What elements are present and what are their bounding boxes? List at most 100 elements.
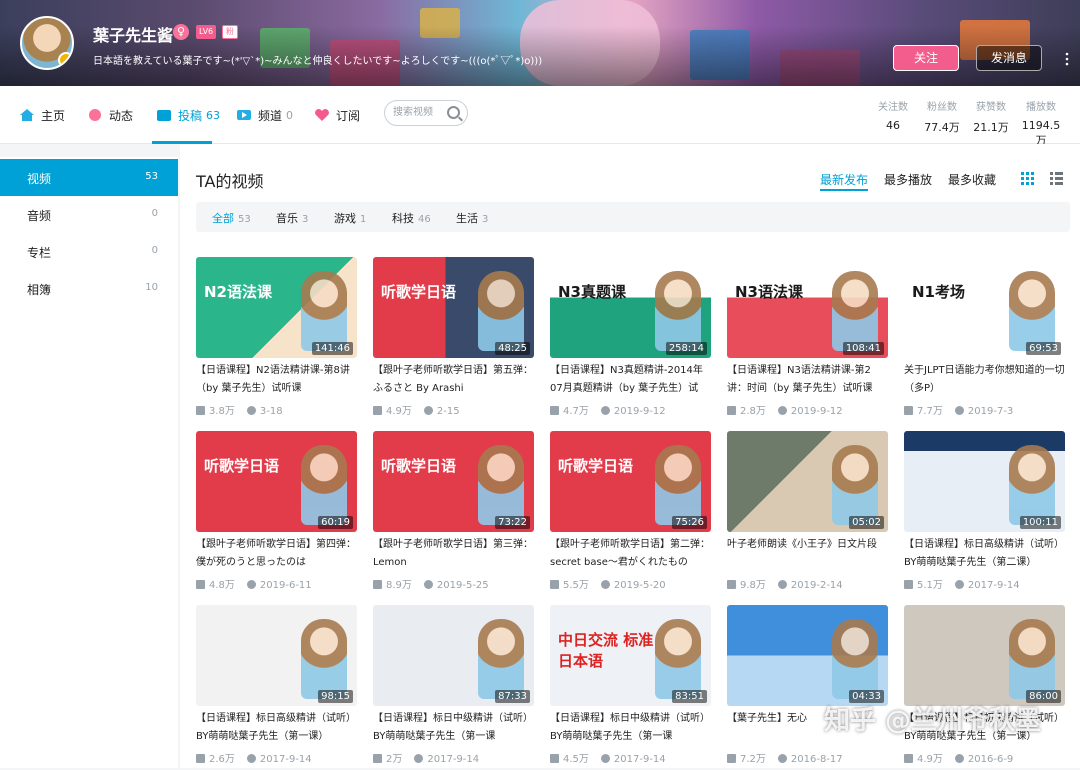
profile-banner: 葉子先生酱 ♀ LV6 粉 日本語を教えている葉子です~(*'▽`*)~みんなと…	[0, 0, 1080, 86]
follow-button[interactable]: 关注	[893, 45, 959, 71]
grid-view-icon[interactable]	[1020, 171, 1035, 186]
video-card[interactable]: 86:00 【日语课程】标日初级精讲（试听）BY萌萌哒葉子先生（第一课） 4.9万 2…	[904, 605, 1065, 770]
list-view-icon[interactable]	[1049, 171, 1064, 186]
user-signature: 日本語を教えている葉子です~(*'▽`*)~みんなと仲良くしたいです~よろしくで…	[93, 56, 543, 67]
video-thumbnail[interactable]: N3真题课 258:14	[550, 257, 711, 358]
video-meta: 2万 2017-9-14	[373, 750, 534, 765]
sidebar-item-label: 音频	[27, 209, 52, 223]
sidebar-item-video[interactable]: 视频 53	[0, 159, 178, 196]
video-thumbnail[interactable]: 听歌学日语 60:19	[196, 431, 357, 532]
dynamic-icon	[89, 109, 101, 121]
filter-life[interactable]: 生活 3	[456, 210, 488, 226]
username[interactable]: 葉子先生酱	[93, 22, 173, 46]
play-count-icon	[550, 754, 559, 763]
video-card[interactable]: 100:11 【日语课程】标日高级精讲（试听）BY萌萌哒葉子先生（第二课） 5.1万…	[904, 431, 1065, 596]
video-thumbnail[interactable]: 04:33	[727, 605, 888, 706]
video-thumbnail[interactable]: 86:00	[904, 605, 1065, 706]
video-title[interactable]: 【日语课程】N2语法精讲课-第8讲（by 葉子先生）试听课	[196, 362, 357, 398]
video-thumbnail[interactable]: N1考场 69:53	[904, 257, 1065, 358]
video-thumbnail[interactable]: 05:02	[727, 431, 888, 532]
video-thumbnail[interactable]: 听歌学日语 75:26	[550, 431, 711, 532]
video-thumbnail[interactable]: 98:15	[196, 605, 357, 706]
filter-game[interactable]: 游戏 1	[334, 210, 366, 226]
video-card[interactable]: N3语法课 108:41 【日语课程】N3语法精讲课-第2讲：时间（by 葉子先生）…	[727, 257, 888, 422]
thumbnail-illustration	[655, 271, 701, 351]
nav-home[interactable]: 主页	[19, 105, 65, 125]
video-title[interactable]: 【跟叶子老师听歌学日语】第二弹：secret base～君がくれたもの	[550, 536, 711, 572]
video-thumbnail[interactable]: 听歌学日语 48:25	[373, 257, 534, 358]
video-title[interactable]: 【日语课程】标日中级精讲（试听）BY萌萌哒葉子先生（第一课	[373, 710, 534, 746]
nav-channel[interactable]: 频道 0	[236, 105, 293, 125]
sort-most-played[interactable]: 最多播放	[884, 171, 932, 188]
video-thumbnail[interactable]: N2语法课 141:46	[196, 257, 357, 358]
play-count-icon	[904, 580, 913, 589]
video-title[interactable]: 【日语课程】N3真题精讲-2014年07月真题精讲（by 葉子先生）试	[550, 362, 711, 398]
video-duration: 100:11	[1019, 516, 1061, 529]
filter-music[interactable]: 音乐 3	[276, 210, 308, 226]
video-thumbnail[interactable]: N3语法课 108:41	[727, 257, 888, 358]
video-title[interactable]: 【跟叶子老师听歌学日语】第三弹：Lemon	[373, 536, 534, 572]
sidebar-item-label: 相簿	[27, 283, 52, 297]
profile-nav: 主页 动态 投稿 63 频道 0 订阅 搜索视频 关注数 46 粉丝数 77.4…	[0, 86, 1080, 147]
video-card[interactable]: N3真题课 258:14 【日语课程】N3真题精讲-2014年07月真题精讲（by …	[550, 257, 711, 422]
video-card[interactable]: 05:02 叶子老师朗读《小王子》日文片段 9.8万 2019-2-14	[727, 431, 888, 596]
filter-count: 53	[238, 214, 251, 225]
sidebar-item-articles[interactable]: 专栏 0	[0, 233, 178, 270]
play-count: 4.8万	[209, 580, 235, 591]
video-title[interactable]: 【跟叶子老师听歌学日语】第四弹：僕が死のうと思ったのは	[196, 536, 357, 572]
video-thumbnail[interactable]: 听歌学日语 73:22	[373, 431, 534, 532]
clock-icon	[600, 406, 610, 415]
filter-count: 3	[482, 214, 489, 225]
video-card[interactable]: 87:33 【日语课程】标日中级精讲（试听）BY萌萌哒葉子先生（第一课 2万 2017…	[373, 605, 534, 770]
video-card[interactable]: 听歌学日语 73:22 【跟叶子老师听歌学日语】第三弹：Lemon 8.9万 2019-…	[373, 431, 534, 596]
video-card[interactable]: 04:33 【葉子先生】无心 7.2万 2016-8-17	[727, 605, 888, 770]
sidebar-item-audio[interactable]: 音频 0	[0, 196, 178, 233]
message-button[interactable]: 发消息	[976, 45, 1042, 71]
sort-latest[interactable]: 最新发布	[820, 171, 868, 188]
video-card[interactable]: N1考场 69:53 关于JLPT日语能力考你想知道的一切（多P） 7.7万 2019-…	[904, 257, 1065, 422]
video-title[interactable]: 关于JLPT日语能力考你想知道的一切（多P）	[904, 362, 1065, 398]
sort-most-favorited[interactable]: 最多收藏	[948, 171, 996, 188]
thumbnail-illustration	[655, 445, 701, 525]
video-title[interactable]: 【日语课程】标日高级精讲（试听）BY萌萌哒葉子先生（第一课）	[196, 710, 357, 746]
video-card[interactable]: N2语法课 141:46 【日语课程】N2语法精讲课-第8讲（by 葉子先生）试听课…	[196, 257, 357, 422]
video-thumbnail[interactable]: 100:11	[904, 431, 1065, 532]
stat-following[interactable]: 关注数 46	[873, 98, 913, 132]
video-card[interactable]: 听歌学日语 75:26 【跟叶子老师听歌学日语】第二弹：secret base～君が…	[550, 431, 711, 596]
avatar[interactable]	[20, 16, 74, 70]
video-card[interactable]: 中日交流 标准日本语 83:51 【日语课程】标日中级精讲（试听）BY萌萌哒葉子先生…	[550, 605, 711, 770]
more-dots-icon[interactable]	[1064, 52, 1070, 66]
video-card[interactable]: 听歌学日语 60:19 【跟叶子老师听歌学日语】第四弹：僕が死のうと思ったのは 4.8…	[196, 431, 357, 596]
video-title[interactable]: 【日语课程】标日高级精讲（试听）BY萌萌哒葉子先生（第二课）	[904, 536, 1065, 572]
sidebar-item-albums[interactable]: 相簿 10	[0, 270, 178, 307]
video-title[interactable]: 【日语课程】N3语法精讲课-第2讲：时间（by 葉子先生）试听课	[727, 362, 888, 398]
upload-date: 2019-7-3	[967, 406, 1014, 417]
stat-fans[interactable]: 粉丝数 77.4万	[922, 98, 962, 135]
channel-icon	[237, 110, 251, 120]
video-card[interactable]: 98:15 【日语课程】标日高级精讲（试听）BY萌萌哒葉子先生（第一课） 2.6万 2…	[196, 605, 357, 770]
clock-icon	[777, 754, 787, 763]
filter-count: 1	[360, 214, 367, 225]
nav-subscriptions[interactable]: 订阅	[314, 105, 360, 125]
nav-dynamic[interactable]: 动态	[87, 105, 133, 125]
filter-tech[interactable]: 科技 46	[392, 210, 431, 226]
video-thumbnail[interactable]: 87:33	[373, 605, 534, 706]
play-count: 7.2万	[740, 754, 766, 765]
play-count: 2万	[386, 754, 403, 765]
nav-uploads[interactable]: 投稿 63	[156, 105, 220, 125]
video-search-input[interactable]: 搜索视频	[384, 100, 468, 126]
video-meta: 5.1万 2017-9-14	[904, 576, 1065, 591]
thumbnail-illustration	[832, 445, 878, 525]
video-thumbnail[interactable]: 中日交流 标准日本语 83:51	[550, 605, 711, 706]
content-sidebar: 视频 53 音频 0 专栏 0 相簿 10	[0, 157, 178, 768]
video-title[interactable]: 【跟叶子老师听歌学日语】第五弹：ふるさと By Arashi	[373, 362, 534, 398]
video-title[interactable]: 【日语课程】标日中级精讲（试听）BY萌萌哒葉子先生（第一课	[550, 710, 711, 746]
video-duration: 141:46	[311, 342, 353, 355]
video-title[interactable]: 叶子老师朗读《小王子》日文片段	[727, 536, 888, 572]
video-meta: 9.8万 2019-2-14	[727, 576, 888, 591]
filter-all[interactable]: 全部 53	[212, 210, 251, 226]
play-count: 8.9万	[386, 580, 412, 591]
search-icon[interactable]	[447, 106, 460, 119]
play-count-icon	[550, 406, 559, 415]
video-card[interactable]: 听歌学日语 48:25 【跟叶子老师听歌学日语】第五弹：ふるさと By Arashi…	[373, 257, 534, 422]
